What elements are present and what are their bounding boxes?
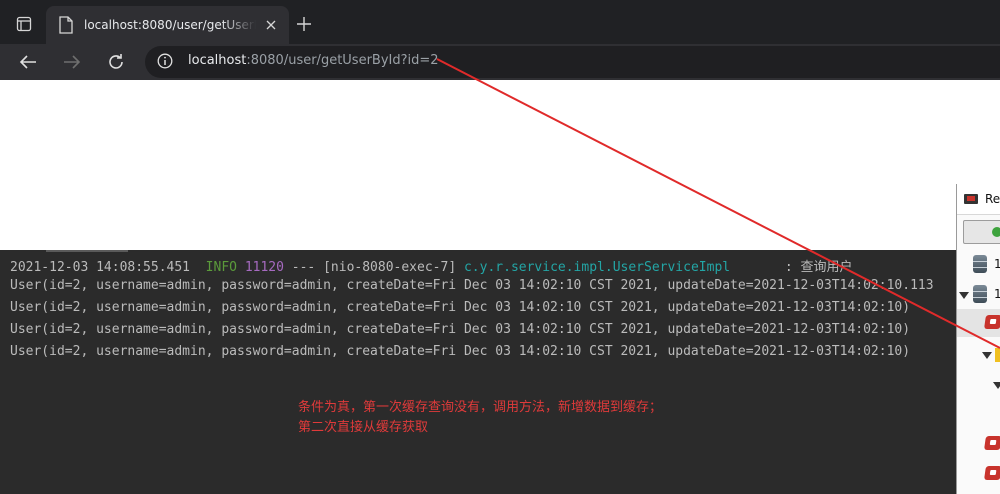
redis-manager-title: Re [985, 192, 1000, 206]
expand-triangle-icon [982, 352, 992, 359]
site-info-icon[interactable] [157, 53, 173, 73]
forward-arrow-icon[interactable] [60, 50, 84, 74]
log-logger: c.y.r.service.impl.UserServiceImpl [463, 260, 731, 275]
browser-tab[interactable]: localhost:8080/user/getUserById?id=2 [46, 6, 289, 44]
expand-triangle-icon [959, 292, 969, 299]
new-tab-icon[interactable] [294, 14, 314, 34]
address-url: localhost:8080/user/getUserById?id=2 [188, 53, 439, 68]
page-icon [59, 16, 73, 34]
folder-icon [995, 348, 1000, 362]
redis-key-icon [984, 315, 1000, 329]
url-path: :8080/user/getUserById?id=2 [246, 53, 439, 68]
database-icon [973, 255, 987, 273]
console-panel: 2021-12-03 14:08:55.451 INFO 11120 --- [… [0, 250, 1000, 494]
url-host: localhost [188, 53, 247, 68]
log-message: : 查询用户 [784, 260, 853, 275]
log-line: User(id=2, username=admin, password=admi… [10, 322, 911, 337]
expand-triangle-icon [993, 382, 1000, 389]
redis-key-icon [984, 436, 1000, 450]
tab-title: localhost:8080/user/getUserById?id=2 [84, 18, 256, 32]
tree-row-key[interactable] [957, 463, 1000, 485]
panel-resize-handle[interactable] [46, 250, 128, 252]
annotation-text-line-1: 条件为真，第一次缓存查询没有，调用方法，新增数据到缓存； [298, 400, 663, 415]
browser-toolbar: localhost:8080/user/getUserById?id=2 [0, 44, 1000, 80]
tree-row-folder[interactable] [957, 344, 1000, 366]
log-line: User(id=2, username=admin, password=admi… [10, 278, 934, 293]
log-level: INFO [205, 260, 237, 275]
database-icon [973, 285, 987, 303]
tree-row-selected[interactable] [957, 309, 1000, 337]
tree-row-key[interactable] [957, 433, 1000, 455]
annotation-text-line-2: 第二次直接从缓存获取 [298, 420, 429, 435]
connect-button[interactable] [963, 220, 1000, 244]
redis-app-icon [964, 194, 978, 204]
back-arrow-icon[interactable] [16, 50, 40, 74]
close-tab-icon[interactable] [263, 17, 279, 33]
tree-row-db[interactable]: 1 [957, 284, 1000, 306]
redis-manager-titlebar: Re [957, 184, 1000, 215]
connect-icon [992, 227, 1000, 237]
log-timestamp: 2021-12-03 14:08:55.451 [10, 260, 191, 275]
refresh-icon[interactable] [104, 50, 128, 74]
log-header-line: 2021-12-03 14:08:55.451 INFO 11120 --- [… [10, 256, 853, 275]
server-label: 1 [994, 257, 1000, 271]
log-pid: 11120 [244, 260, 284, 275]
redis-manager-window: Re 1 1 [956, 184, 1000, 494]
log-line: User(id=2, username=admin, password=admi… [10, 344, 911, 359]
tree-row-subfolder[interactable] [957, 376, 1000, 398]
db-label: 1 [994, 287, 1000, 301]
redis-key-icon [984, 466, 1000, 480]
tree-row-server[interactable]: 1 [957, 254, 1000, 276]
log-thread: --- [nio-8080-exec-7] [291, 260, 457, 275]
tab-actions-icon[interactable] [10, 10, 38, 38]
address-bar[interactable]: localhost:8080/user/getUserById?id=2 [145, 46, 1000, 78]
browser-tab-strip: localhost:8080/user/getUserById?id=2 [0, 0, 1000, 44]
log-line: User(id=2, username=admin, password=admi… [10, 300, 911, 315]
